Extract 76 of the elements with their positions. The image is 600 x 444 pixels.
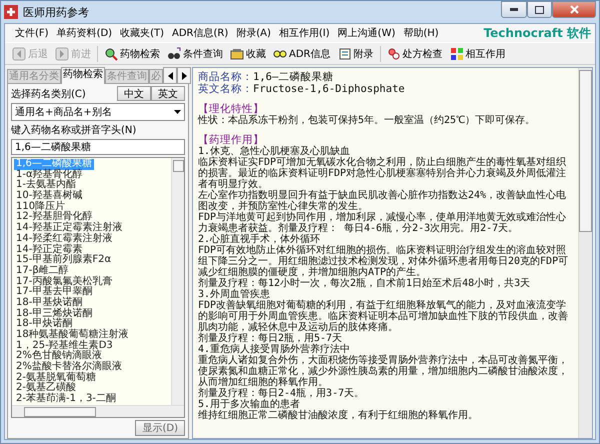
- drug-name-field: 商品名称：1,6—二磷酸果糖: [198, 71, 575, 83]
- menu-item[interactable]: 相互作用(I): [274, 26, 334, 40]
- drug-list-item[interactable]: 14-羟基正定霉素注射液: [14, 223, 124, 234]
- toolbar-button[interactable]: 药物检索: [101, 46, 163, 60]
- menu-item[interactable]: 附录(A): [232, 26, 275, 40]
- brand-label: Technocraft 软件: [484, 24, 591, 42]
- toolbar-button[interactable]: ADR信息: [270, 46, 334, 60]
- paragraph: 1.休克、急性心肌梗塞及心肌缺血: [198, 146, 352, 157]
- window-title: 医师用药参考: [23, 4, 89, 20]
- note-icon: [338, 46, 352, 60]
- language-button[interactable]: 英文: [151, 86, 185, 101]
- section-heading: 【药理作用】: [198, 134, 264, 146]
- category-label: 选择药名类别(C): [11, 88, 86, 100]
- app-logo-icon: [4, 5, 18, 19]
- menu-item[interactable]: ADR信息(R): [168, 26, 232, 40]
- toolbar-button[interactable]: 相互作用: [446, 46, 508, 60]
- paragraph: 5.用于多次输血的患者: [198, 399, 300, 410]
- drug-list-item[interactable]: 17-β雌二醇: [14, 266, 71, 277]
- vertical-scrollbar[interactable]: [171, 158, 184, 405]
- paragraph: 4.重危病人接受胃肠外营养疗法中: [198, 344, 352, 355]
- left-triangle-icon: [168, 72, 172, 80]
- paragraph: 剂量及疗程：每日2瓶，用5-7天: [198, 333, 342, 344]
- drug-list-item[interactable]: 15-甲基前列腺素F2α: [14, 255, 114, 266]
- close-icon: [570, 5, 578, 14]
- paragraph: FDP与洋地黄可起到协同作用，增加利尿，减慢心率，使单用洋地黄无效或难治性心力衰竭患者获益。剂量及疗程： 每日4-6瓶，分2-3次用完。用2-7天。: [198, 212, 568, 234]
- paragraph: FDP改善缺氧细胞对葡萄糖的利用，有益于红细胞释放氧气的能力，及对血液流变学的影响可用于外周血管疾患。临床资料证明本品可增加缺血性下肢的节段供血，改善肌肉功能，减轻休息中及运动后的肢体疼痛。: [198, 300, 569, 333]
- name-input-field[interactable]: 1,6—二磷酸果糖: [11, 139, 185, 155]
- section-heading: 【理化特性】: [198, 103, 264, 115]
- right-triangle-icon: [182, 72, 186, 80]
- horizontal-scrollbar[interactable]: [12, 405, 184, 417]
- paragraph: 性状：本品系冻干粉剂，包装可保持5年。一般室温（约25℃）下即可保存。: [198, 115, 536, 126]
- menu-item[interactable]: 文件(F): [11, 26, 53, 40]
- drug-list-item[interactable]: 18-甲基炔诺酮: [14, 298, 84, 309]
- scroll-right-button[interactable]: [177, 67, 191, 84]
- drug-list-item[interactable]: 18-甲炔诺酮: [14, 319, 74, 330]
- drug-list-item[interactable]: 17-甲基去甲睾酮: [14, 287, 94, 298]
- dropdown-caret-icon: [174, 110, 180, 114]
- toolbar-button[interactable]: 条件查询: [164, 46, 226, 60]
- menu-item[interactable]: 网上沟通(W): [334, 26, 400, 40]
- category-dropdown[interactable]: 通用名+商品名+别名: [11, 103, 185, 121]
- pills-icon: [386, 46, 400, 60]
- minimize-button[interactable]: [501, 1, 527, 18]
- search-icon: [104, 46, 118, 60]
- paragraph: 剂量及疗程：每日2-4瓶，用3-7天。: [198, 388, 366, 399]
- drug-list-item[interactable]: 10-羟基喜树碱: [14, 191, 84, 202]
- maximize-icon: [535, 6, 544, 14]
- paragraph: 临床资料证实FDP可增加无氧碳水化合物之利用，防止白细胞产生的毒性氧基对组织的损害。最近的临床资料证明FDP对急性心肌梗塞塞特别合并心力衰竭及外周低灌注者有明显疗效。: [198, 157, 568, 190]
- drug-list-item[interactable]: 18种氨基酸葡萄糖注射液: [14, 330, 131, 341]
- content-scrollbar[interactable]: [578, 68, 592, 438]
- language-button[interactable]: 中文: [117, 86, 151, 101]
- folder-icon: [230, 46, 244, 60]
- menu-item[interactable]: 帮助(H): [399, 26, 443, 40]
- colored-squares-icon: [450, 46, 464, 60]
- menu-item[interactable]: 单药资料(D): [52, 26, 116, 40]
- close-button[interactable]: [552, 1, 596, 18]
- paragraph: 维持红细胞正常二磷酸甘油酸浓度，有利于红细胞的释氧作用。: [198, 410, 479, 421]
- drug-name-field: 英文名称：Fructose-1,6-Diphosphate: [198, 83, 575, 95]
- paragraph: 3.外周血管疾患: [198, 289, 272, 300]
- menu-item[interactable]: 收藏夹(T): [116, 26, 168, 40]
- drug-list-item[interactable]: 2%盐酸卡替洛尔滴眼液: [14, 362, 124, 373]
- show-button[interactable]: 显示(D): [135, 420, 185, 436]
- name-label: 键入药物名称或拼音字头(N): [11, 124, 138, 137]
- paragraph: 左心室作功指数明显回升有益于缺血民肌改善心脏作功指数达24%，改善缺血性心电图改变，并预防室性心律失常的发生。: [198, 190, 568, 212]
- drug-list-item[interactable]: 2-苯基茚满-1，3-二酮: [14, 394, 118, 405]
- minimize-icon: [510, 8, 518, 11]
- paragraph: 剂量及疗程：每12小时一次，每次2瓶，自术前1日始至术后48小时，共3天: [198, 278, 532, 289]
- paragraph: FDP可有效地防止体外循环对红细胞的损伤。临床资料证明治疗组发生的溶血较对照组下降三分之一。用红细胞滤过技术检测发现，对体外循环患者用每日20克的FDP可减少红细胞膜的僵硬度，并增加细胞内ATP的产生。: [198, 245, 570, 278]
- paragraph: 2.心脏直视手术，体外循环: [198, 234, 320, 245]
- toolbar-button[interactable]: 附录: [334, 46, 376, 60]
- paragraph: 重危病人诸如复合外伤，大面积烧伤等接受胃肠外营养疗法中，本品可改善氮平衡，使尿素氮和血糖正常化，减少外源性胰岛素的用量，增加细胞内二磷酸甘油酸浓度，从而增加红细胞的释氧作用。: [198, 355, 569, 388]
- drug-list-item[interactable]: 14-羟柔红霉素注射液: [14, 234, 114, 244]
- scroll-left-button[interactable]: [163, 67, 177, 84]
- toolbar-button[interactable]: 处方检查: [384, 46, 446, 60]
- toolbar-button[interactable]: 收藏: [227, 46, 269, 60]
- maximize-button[interactable]: [527, 1, 552, 18]
- tab[interactable]: 药物检索: [61, 67, 105, 84]
